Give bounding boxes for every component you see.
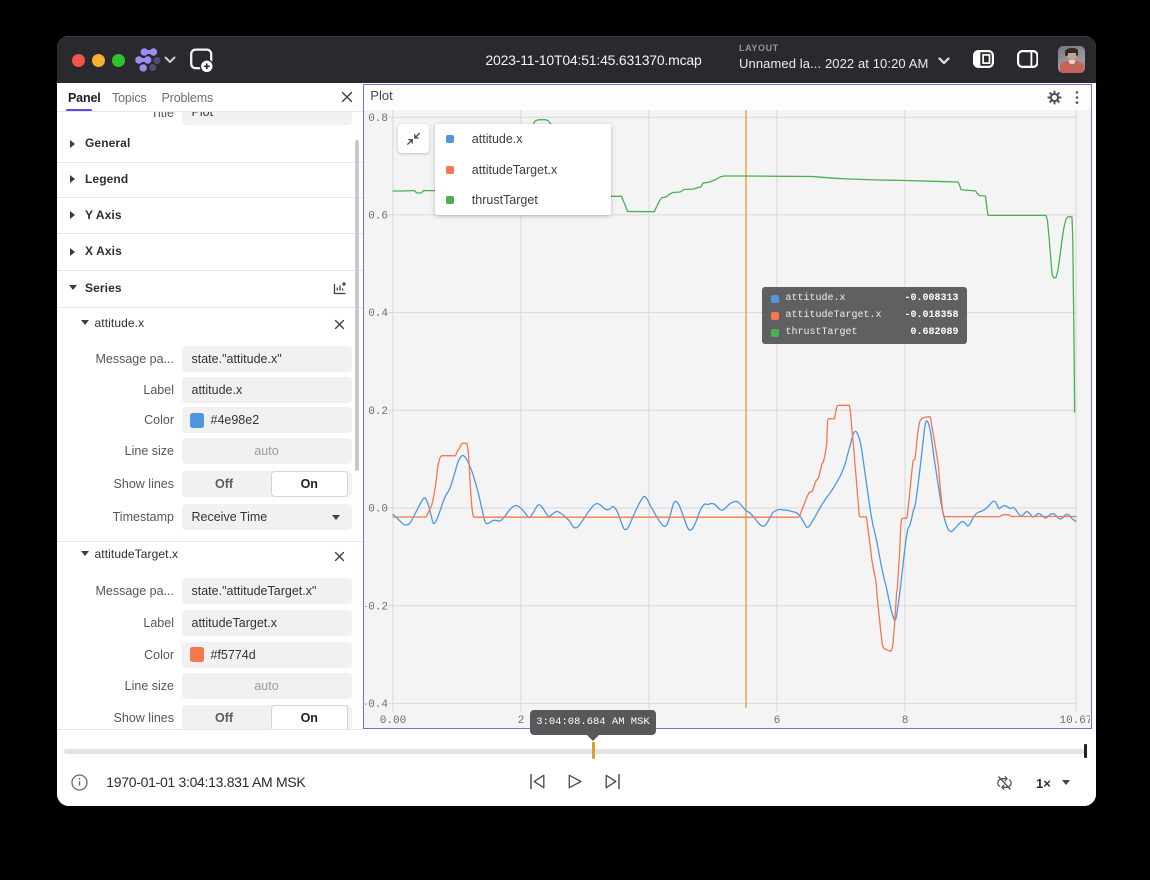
svg-text:0.2: 0.2 <box>368 406 388 418</box>
svg-text:0.00: 0.00 <box>380 715 406 727</box>
svg-text:-0.4: -0.4 <box>365 699 388 711</box>
svg-text:10.67: 10.67 <box>1059 715 1090 727</box>
svg-text:0.8: 0.8 <box>368 113 388 125</box>
svg-text:8: 8 <box>902 715 909 727</box>
svg-text:0.6: 0.6 <box>368 211 388 223</box>
svg-text:-0.2: -0.2 <box>365 601 388 613</box>
svg-text:6: 6 <box>774 715 781 727</box>
svg-text:0.0: 0.0 <box>368 504 388 516</box>
svg-text:0.4: 0.4 <box>368 308 388 320</box>
svg-text:2: 2 <box>518 715 525 727</box>
